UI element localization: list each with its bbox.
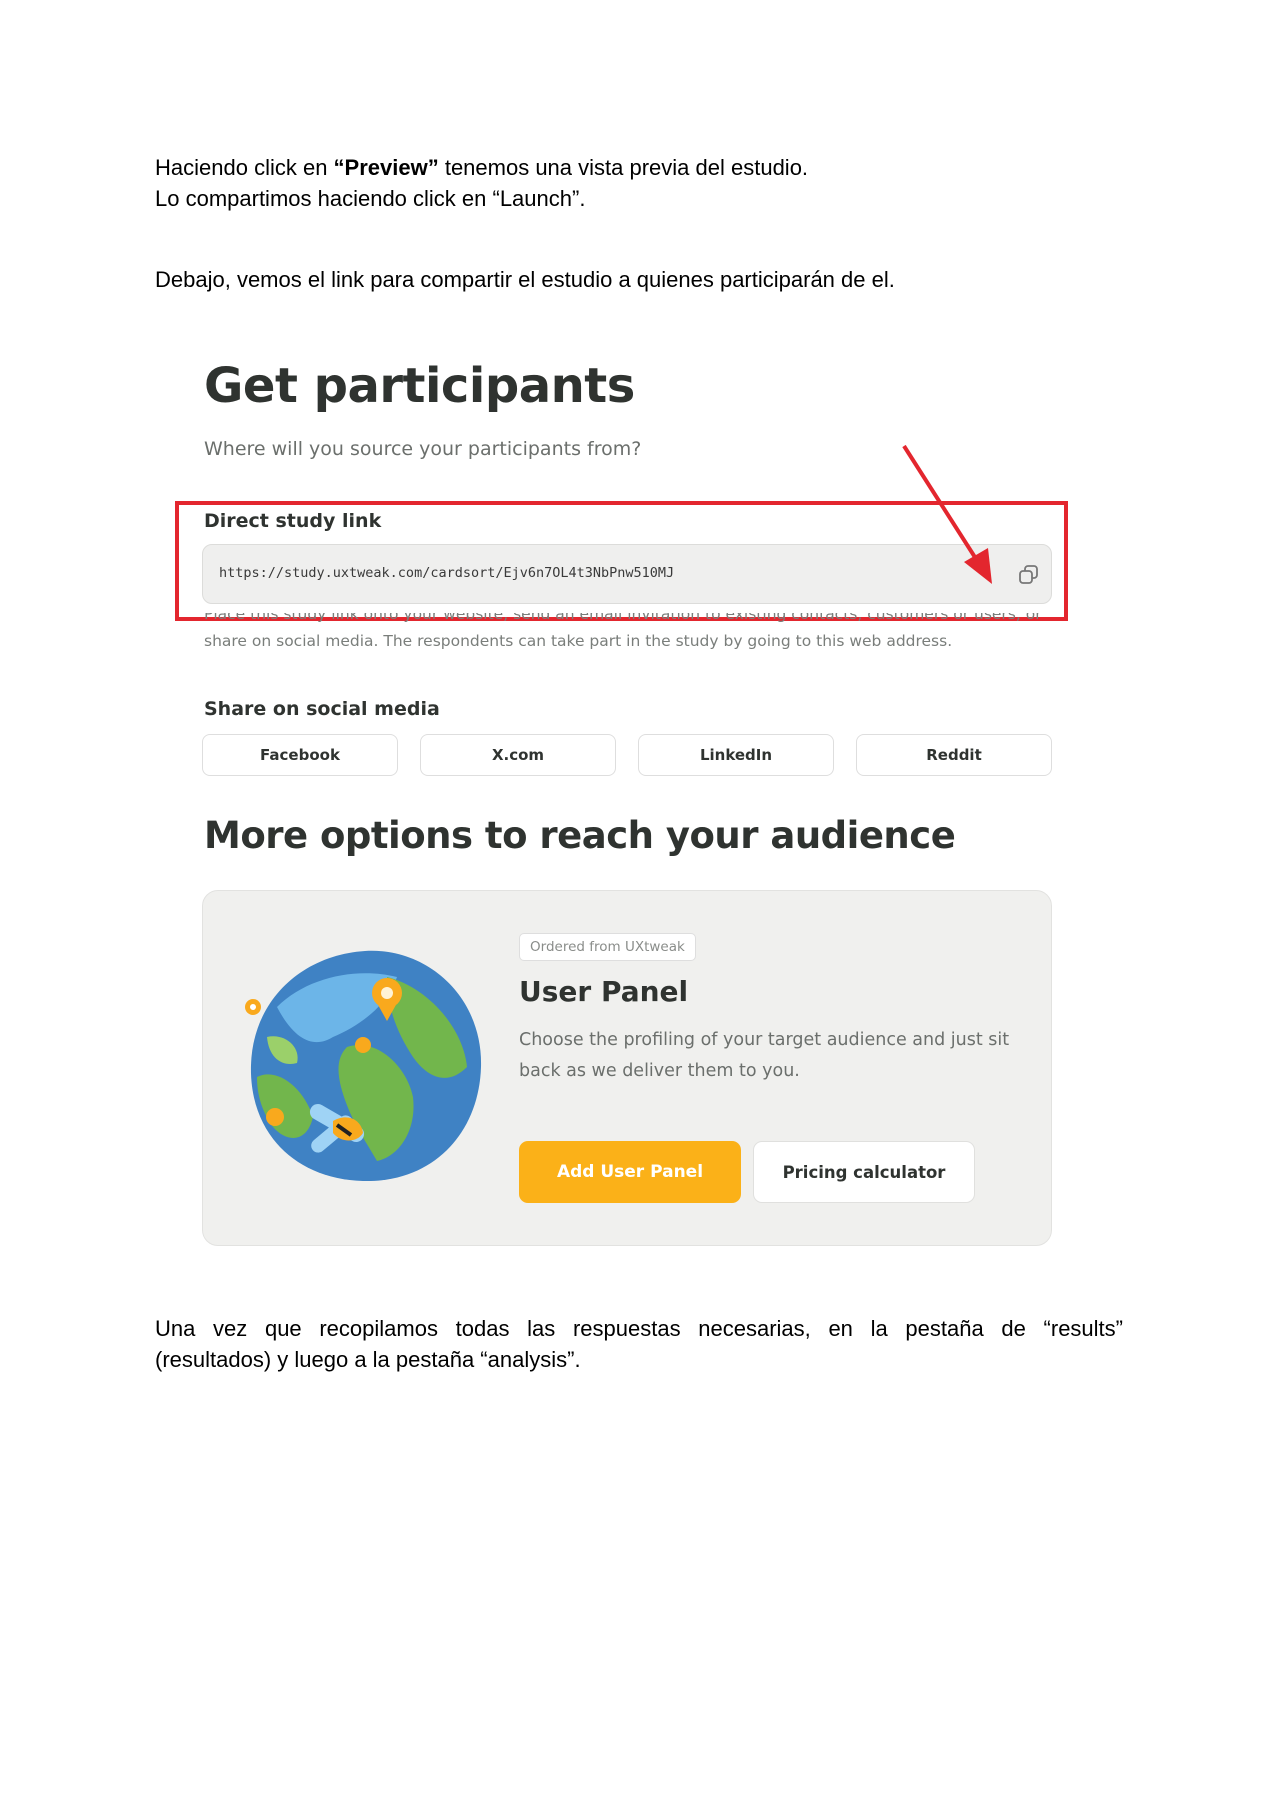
page-subtitle: Where will you source your participants … bbox=[204, 438, 642, 460]
intro-line-2: Lo compartimos haciendo click en “Launch… bbox=[155, 186, 586, 211]
globe-illustration-icon bbox=[245, 950, 482, 1182]
outro-line-1: Una vez que recopilamos todas las respue… bbox=[155, 1316, 1123, 1341]
intro-line-1-start: Haciendo click en bbox=[155, 155, 334, 180]
pricing-calculator-button[interactable]: Pricing calculator bbox=[753, 1141, 975, 1203]
intro-line-1: Haciendo click en “Preview” tenemos una … bbox=[155, 152, 1123, 183]
reddit-button[interactable]: Reddit bbox=[856, 734, 1052, 776]
red-arrow-icon bbox=[902, 444, 992, 584]
preview-keyword: “Preview” bbox=[333, 155, 439, 180]
page-title: Get participants bbox=[204, 358, 635, 414]
outro-line-2: (resultados) y luego a la pestaña “analy… bbox=[155, 1347, 581, 1372]
outro-paragraph: Una vez que recopilamos todas las respue… bbox=[155, 1313, 1123, 1375]
more-options-title: More options to reach your audience bbox=[204, 814, 956, 857]
intro-line-3: Debajo, vemos el link para compartir el … bbox=[155, 267, 895, 292]
share-label: Share on social media bbox=[204, 698, 440, 720]
add-user-panel-button[interactable]: Add User Panel bbox=[519, 1141, 741, 1203]
facebook-button[interactable]: Facebook bbox=[202, 734, 398, 776]
linkedin-button[interactable]: LinkedIn bbox=[638, 734, 834, 776]
intro-line-1-end: tenemos una vista previa del estudio. bbox=[438, 155, 809, 180]
user-panel-title: User Panel bbox=[519, 975, 689, 1008]
embedded-screenshot: Get participants Where will you source y… bbox=[175, 330, 1086, 1260]
user-panel-description: Choose the profiling of your target audi… bbox=[519, 1030, 1010, 1081]
intro-paragraph: Haciendo click en “Preview” tenemos una … bbox=[155, 152, 1123, 214]
xcom-button[interactable]: X.com bbox=[420, 734, 616, 776]
user-panel-card: Ordered from UXtweak User Panel Choose t… bbox=[202, 890, 1052, 1246]
ordered-badge: Ordered from UXtweak bbox=[519, 933, 696, 961]
link-help-text: Place this study link onto your website,… bbox=[204, 613, 1042, 650]
